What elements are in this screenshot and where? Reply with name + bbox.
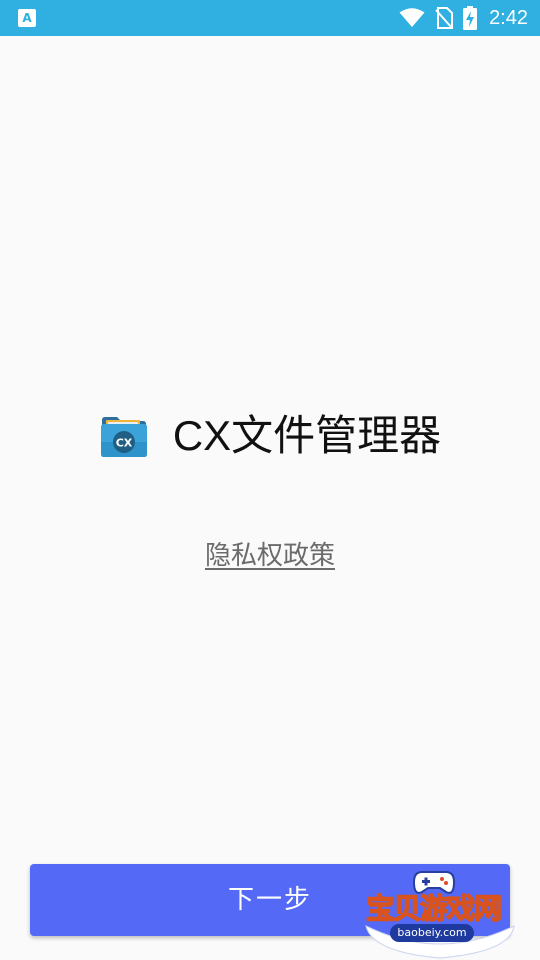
app-title-row: CX CX文件管理器 [0,408,540,464]
next-button[interactable]: 下一步 [30,864,510,936]
status-bar: A 2:42 [0,0,540,36]
cx-folder-logo-icon: CX [100,417,147,457]
no-sim-icon [435,7,454,29]
logo-text: CX [116,437,133,450]
notification-icon: A [18,9,36,27]
status-icons: 2:42 [399,0,528,36]
wifi-icon [399,8,425,27]
privacy-policy-link[interactable]: 隐私权政策 [0,538,540,574]
app-title: CX文件管理器 [172,412,442,459]
next-button-label: 下一步 [227,885,312,915]
status-time: 2:42 [489,7,528,29]
battery-charging-icon [463,6,478,30]
welcome-screen: A 2:42 CX CX文件管理器 隐私权政策 下一步 宝贝游戏网 baobei… [0,0,540,960]
